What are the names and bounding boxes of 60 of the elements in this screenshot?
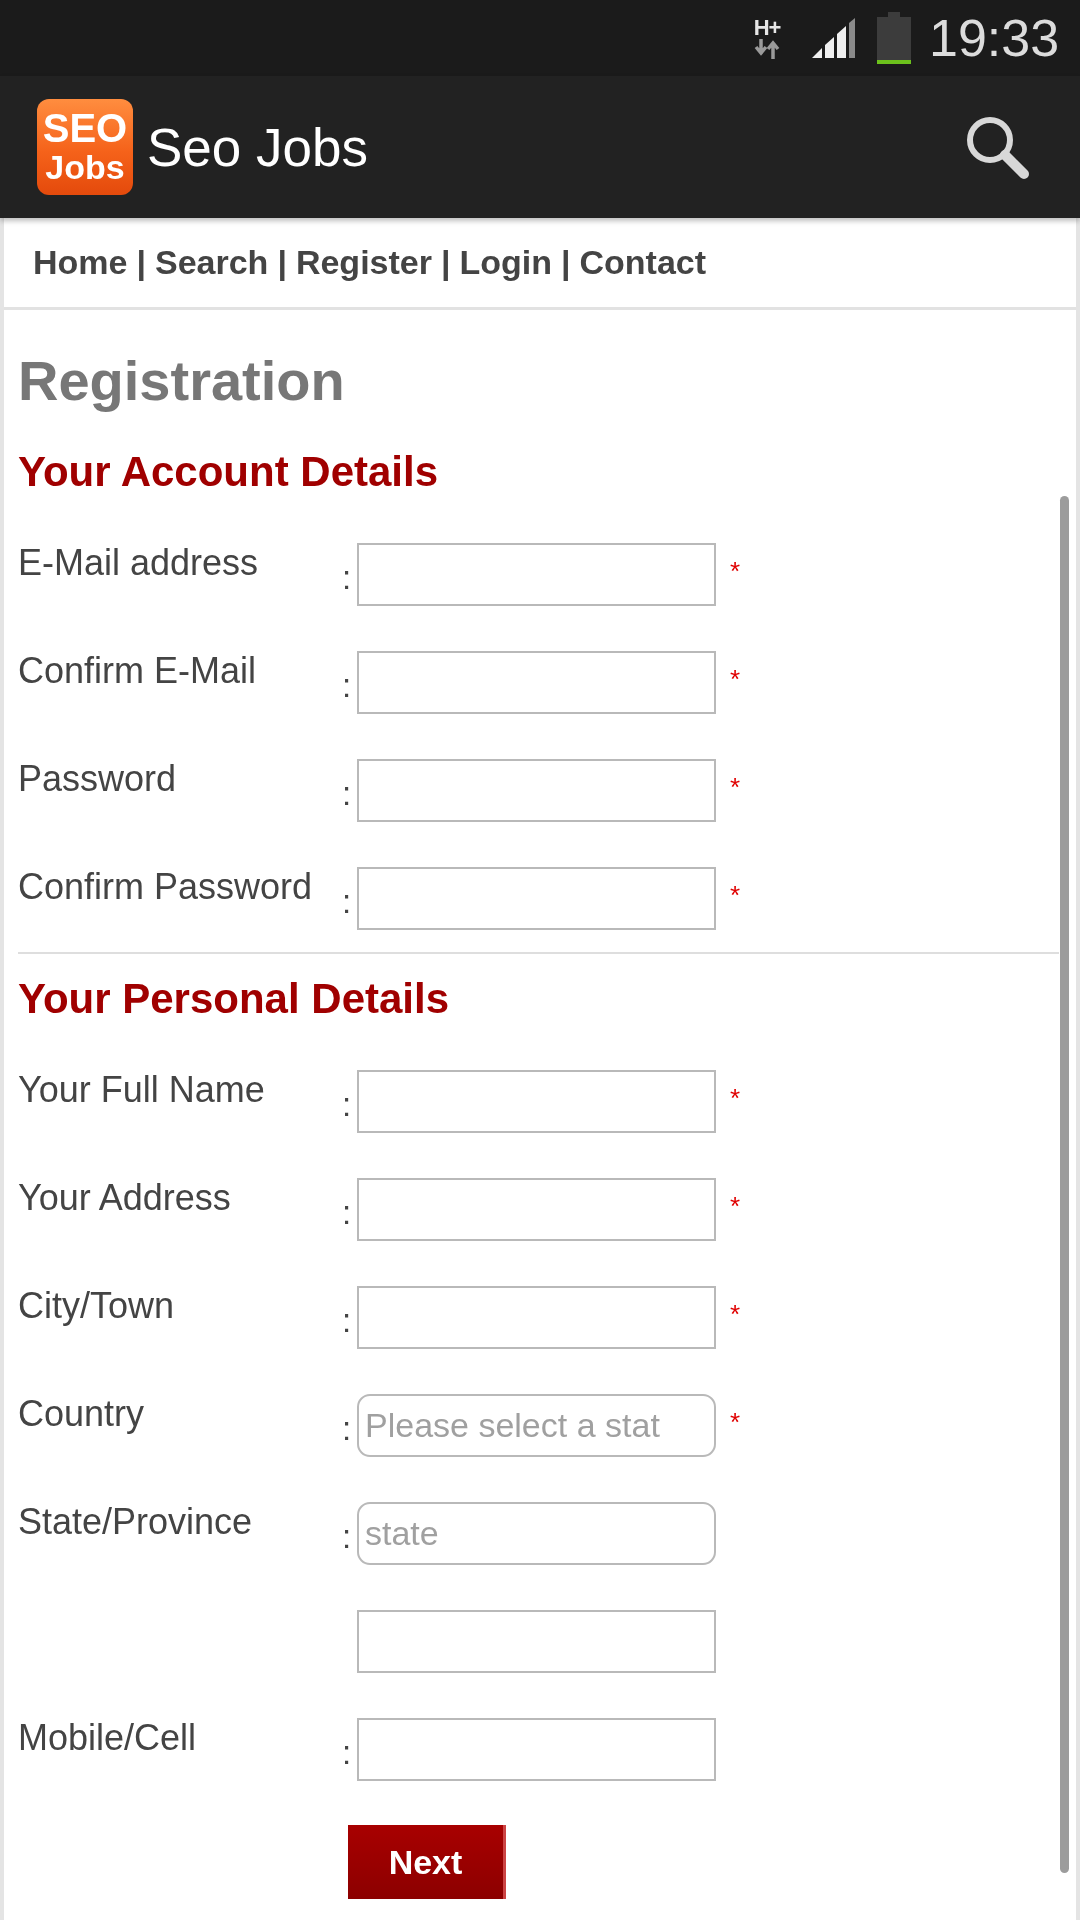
battery-icon: [877, 12, 911, 64]
field-label: Confirm E-Mail: [18, 651, 257, 691]
nav-link[interactable]: Home: [33, 243, 128, 282]
input-field[interactable]: [357, 543, 716, 606]
field-label: Your Full Name: [18, 1070, 265, 1110]
input-field[interactable]: [357, 867, 716, 930]
label-colon: :: [342, 1192, 352, 1233]
nav-link[interactable]: Search: [155, 243, 269, 282]
label-colon: :: [342, 773, 352, 814]
field-label: Confirm Password: [18, 867, 313, 907]
input-field[interactable]: [357, 1610, 716, 1673]
nav-link[interactable]: Contact: [579, 243, 707, 282]
next-button[interactable]: Next: [348, 1825, 506, 1899]
page-title: Registration: [18, 348, 345, 414]
label-colon: :: [342, 665, 352, 706]
input-field[interactable]: [357, 759, 716, 822]
input-field[interactable]: Please select a stat: [357, 1394, 716, 1457]
field-label: E-Mail address: [18, 543, 259, 583]
nav-separator: |: [440, 243, 451, 282]
search-icon[interactable]: [964, 114, 1030, 180]
label-colon: :: [342, 881, 352, 922]
label-colon: :: [342, 1516, 352, 1557]
logo-text: SEO: [42, 108, 128, 148]
nav-separator: |: [561, 243, 571, 282]
field-label: Password: [18, 759, 177, 799]
required-mark: *: [730, 772, 741, 803]
required-mark: *: [730, 1299, 741, 1330]
input-field[interactable]: [357, 651, 716, 714]
required-mark: *: [730, 880, 741, 911]
field-label: City/Town: [18, 1286, 175, 1326]
field-label: Country: [18, 1394, 145, 1434]
clock-time: 19:33: [929, 8, 1060, 68]
section-heading: Your Account Details: [18, 448, 439, 496]
required-mark: *: [730, 556, 741, 587]
app-title: Seo Jobs: [147, 116, 368, 178]
label-colon: :: [342, 1300, 352, 1341]
input-field[interactable]: [357, 1178, 716, 1241]
label-colon: :: [342, 557, 352, 598]
required-mark: *: [730, 1083, 741, 1114]
data-arrows-icon: [754, 39, 780, 59]
nav-separator: |: [136, 243, 146, 282]
field-label: State/Province: [18, 1502, 253, 1542]
logo-text: Jobs: [45, 148, 125, 186]
required-mark: *: [730, 1407, 741, 1438]
required-mark: *: [730, 664, 741, 695]
nav-link[interactable]: Register: [295, 243, 432, 282]
label-colon: :: [342, 1408, 352, 1449]
input-field[interactable]: state: [357, 1502, 716, 1565]
nav-link[interactable]: Login: [459, 243, 552, 282]
input-field[interactable]: [357, 1070, 716, 1133]
field-label: Your Address: [18, 1178, 231, 1218]
field-label: Mobile/Cell: [18, 1718, 197, 1758]
nav-separator: |: [277, 243, 287, 282]
label-colon: :: [342, 1732, 352, 1773]
section-heading: Your Personal Details: [18, 975, 450, 1023]
network-type: H+: [753, 17, 781, 39]
required-mark: *: [730, 1191, 741, 1222]
input-field[interactable]: [357, 1286, 716, 1349]
input-field[interactable]: [357, 1718, 716, 1781]
label-colon: :: [342, 1084, 352, 1125]
